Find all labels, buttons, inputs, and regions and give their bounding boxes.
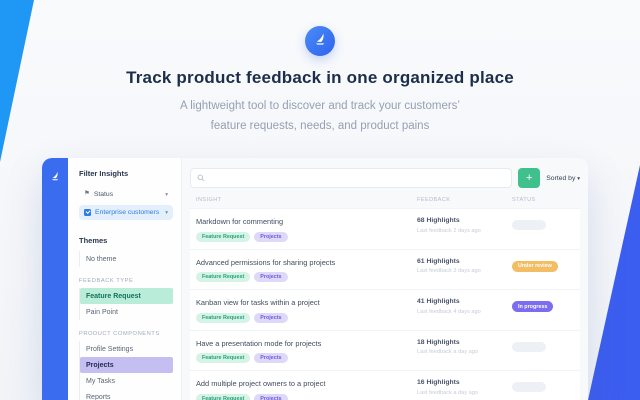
sidebar-item-pain-point[interactable]: Pain Point [80,304,173,320]
highlights-count: 18 Highlights [417,338,460,346]
tag-feature-request[interactable]: Feature Request [196,231,251,242]
chevron-down-icon: ▾ [165,209,168,216]
app-logo [305,26,335,56]
status-filter-dropdown[interactable]: ⚑ Status ▾ [79,187,173,202]
header-status: STATUS [512,197,536,203]
header-feedback: FEEDBACK [417,197,451,203]
sidebar: Filter Insights ⚑ Status ▾ Enterprise cu… [68,158,182,400]
sidebar-item-profile-settings[interactable]: Profile Settings [80,341,173,357]
last-feedback-text: Last feedback 3 days ago [417,268,481,274]
table-row[interactable]: Advanced permissions for sharing project… [190,249,580,290]
main-panel: + Sorted by ▾ INSIGHT FEEDBACK STATUS Ma… [182,158,588,400]
enterprise-customers-filter-dropdown[interactable]: Enterprise customers ▾ [79,205,173,220]
subtitle-line-1: A lightweight tool to discover and track… [180,100,460,112]
checkbox-icon [84,209,91,216]
insight-title: Have a presentation mode for projects [196,338,322,348]
sort-label: Sorted by [546,174,576,182]
feedback-type-section-title: FEEDBACK TYPE [79,278,134,284]
themes-title: Themes [79,236,108,245]
add-insight-button[interactable]: + [518,168,541,188]
last-feedback-text: Last feedback 4 days ago [417,308,481,315]
search-box[interactable] [190,168,513,188]
table-row[interactable]: Have a presentation mode for projects Fe… [190,330,580,371]
highlights-count: 41 Highlights [417,298,460,305]
tag-feature-request[interactable]: Feature Request [196,312,251,323]
search-icon [197,169,205,187]
toolbar: + Sorted by ▾ [190,168,580,188]
status-badge: Under review [512,260,558,272]
insight-title: Kanban view for tasks within a project [196,298,320,307]
last-feedback-text: Last feedback 2 days ago [417,227,481,234]
sidebar-item-no-theme[interactable]: No theme [80,251,173,267]
table-row[interactable]: Markdown for commenting Feature Request … [190,208,580,250]
last-feedback-text: Last feedback a day ago [417,349,478,355]
status-filter-label: Status [93,191,114,198]
tag-projects[interactable]: Projects [254,312,288,323]
insight-title: Add multiple project owners to a project [196,379,326,388]
app-rail [42,158,68,400]
highlights-count: 68 Highlights [417,217,460,224]
insight-title: Advanced permissions for sharing project… [196,257,336,267]
table-header-row: INSIGHT FEEDBACK STATUS [190,188,580,208]
insight-list: Markdown for commenting Feature Request … [190,208,580,400]
flag-icon: ⚑ [84,190,90,198]
tag-feature-request[interactable]: Feature Request [196,393,251,400]
decorative-band-right [588,165,640,400]
product-components-section-title: PRODUCT COMPONENTS [79,331,160,337]
table-row[interactable]: Kanban view for tasks within a project F… [190,290,580,331]
tag-projects[interactable]: Projects [254,353,288,363]
tag-projects[interactable]: Projects [254,231,288,242]
tag-projects[interactable]: Projects [254,393,288,400]
sidebar-item-reports[interactable]: Reports [80,389,173,400]
sidebar-item-feature-request[interactable]: Feature Request [80,288,173,304]
status-badge [512,341,546,352]
status-badge [512,220,546,230]
header-insight: INSIGHT [196,197,222,203]
chevron-down-icon: ▾ [577,175,580,182]
enterprise-filter-label: Enterprise customers [95,209,160,216]
chevron-down-icon: ▾ [165,191,168,198]
highlights-count: 61 Highlights [417,257,460,265]
page-title: Track product feedback in one organized … [126,68,514,87]
sailboat-icon [312,31,328,52]
tag-projects[interactable]: Projects [254,272,288,282]
last-feedback-text: Last feedback a day ago [417,389,478,396]
sidebar-item-projects[interactable]: Projects [80,357,173,373]
sailboat-icon-small[interactable] [49,169,61,400]
sidebar-item-my-tasks[interactable]: My Tasks [80,373,173,389]
hero-section: Track product feedback in one organized … [0,0,640,136]
sort-dropdown[interactable]: Sorted by ▾ [546,175,580,182]
tag-feature-request[interactable]: Feature Request [196,272,251,282]
app-window: Filter Insights ⚑ Status ▾ Enterprise cu… [42,158,588,400]
filter-insights-title: Filter Insights [79,169,129,178]
subtitle-line-2: feature requests, needs, and product pai… [210,120,430,133]
insight-title: Markdown for commenting [196,217,284,226]
status-badge: In progress [512,301,554,312]
search-input[interactable] [209,174,506,182]
table-row[interactable]: Add multiple project owners to a project… [190,371,580,400]
status-badge [512,382,546,392]
highlights-count: 16 Highlights [417,379,460,386]
page-subtitle: A lightweight tool to discover and track… [0,96,640,136]
tag-feature-request[interactable]: Feature Request [196,353,251,363]
